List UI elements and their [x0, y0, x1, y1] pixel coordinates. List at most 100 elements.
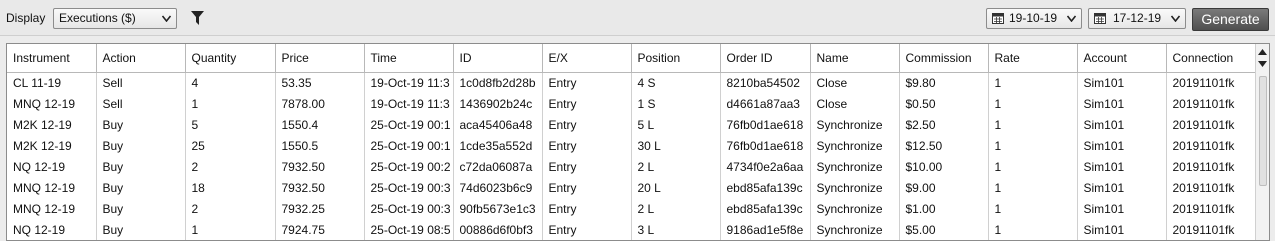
table-row[interactable]: M2K 12-19 Buy 25 1550.5 25-Oct-19 00:1 1cde35…	[7, 135, 1258, 156]
table-cell: 90fb5673e1c3	[453, 198, 543, 219]
table-cell: 25-Oct-19 00:3	[364, 198, 454, 219]
column-header[interactable]: Time	[364, 44, 454, 73]
column-header[interactable]: E/X	[542, 44, 632, 73]
table-cell: Sim101	[1077, 156, 1167, 177]
table-cell: NQ 12-19	[7, 156, 97, 177]
scrollbar-thumb[interactable]	[1259, 76, 1267, 186]
table-row[interactable]: CL 11-19 Sell 4 53.35 19-Oct-19 11:3 1c0d8fb2…	[7, 72, 1258, 93]
table-cell: $5.00	[899, 219, 989, 240]
scroll-down-icon[interactable]	[1258, 61, 1267, 67]
table-cell: $1.00	[899, 198, 989, 219]
table-cell: ebd85afa139c	[720, 177, 811, 198]
vertical-scrollbar[interactable]	[1255, 44, 1269, 240]
table-header-row: Instrument Action Quantity Price Time ID E/X Po…	[7, 44, 1258, 73]
column-header[interactable]: Connection	[1166, 44, 1258, 73]
table-row[interactable]: NQ 12-19 Buy 2 7932.50 25-Oct-19 00:2 c72da06…	[7, 156, 1258, 177]
table-cell: $9.00	[899, 177, 989, 198]
table-cell: 7932.25	[275, 198, 365, 219]
table-cell: 1550.5	[275, 135, 365, 156]
calendar-icon	[1094, 13, 1106, 24]
table-row[interactable]: MNQ 12-19 Sell 1 7878.00 19-Oct-19 11:3 14369…	[7, 93, 1258, 114]
table-cell: 1	[988, 114, 1078, 135]
display-select-value: Executions ($)	[59, 11, 136, 25]
chevron-down-icon	[1067, 15, 1076, 22]
column-header[interactable]: Price	[275, 44, 365, 73]
date-from-select[interactable]: 19-10-19	[986, 8, 1082, 29]
table-cell: 74d6023b6c9	[453, 177, 543, 198]
scroll-up-icon[interactable]	[1258, 49, 1267, 55]
table-row[interactable]: NQ 12-19 Buy 1 7924.75 25-Oct-19 08:5 00886d6…	[7, 219, 1258, 240]
filter-icon[interactable]	[191, 11, 204, 25]
table-cell: 1cde35a552d	[453, 135, 543, 156]
table-cell: Entry	[542, 114, 632, 135]
table-cell: 20191101fk	[1166, 135, 1258, 156]
table-cell: 1	[988, 135, 1078, 156]
table-cell: 4734f0e2a6aa	[720, 156, 811, 177]
column-header[interactable]: Action	[96, 44, 186, 73]
table-cell: 1	[988, 93, 1078, 114]
table-cell: $0.50	[899, 93, 989, 114]
table-cell: 20191101fk	[1166, 72, 1258, 93]
table-cell: 5 L	[631, 114, 721, 135]
table-cell: 19-Oct-19 11:3	[364, 93, 454, 114]
column-header[interactable]: Name	[810, 44, 900, 73]
table-cell: Synchronize	[810, 135, 900, 156]
table-cell: 1	[185, 219, 276, 240]
table-cell: 1	[988, 72, 1078, 93]
column-header[interactable]: Account	[1077, 44, 1167, 73]
table-cell: Buy	[96, 177, 186, 198]
table-cell: 25-Oct-19 08:5	[364, 219, 454, 240]
table-cell: 20191101fk	[1166, 93, 1258, 114]
chevron-down-icon	[162, 15, 171, 22]
column-header[interactable]: Order ID	[720, 44, 811, 73]
executions-table: Instrument Action Quantity Price Time ID E/X Po…	[7, 44, 1258, 240]
table-cell: 25	[185, 135, 276, 156]
column-header[interactable]: Rate	[988, 44, 1078, 73]
column-header[interactable]: Instrument	[7, 44, 97, 73]
table-cell: NQ 12-19	[7, 219, 97, 240]
display-select[interactable]: Executions ($)	[53, 8, 177, 29]
table-cell: Synchronize	[810, 219, 900, 240]
column-header[interactable]: Commission	[899, 44, 989, 73]
calendar-icon	[992, 13, 1004, 24]
table-cell: Sim101	[1077, 114, 1167, 135]
table-row[interactable]: MNQ 12-19 Buy 2 7932.25 25-Oct-19 00:3 90fb56…	[7, 198, 1258, 219]
table-cell: 2 L	[631, 198, 721, 219]
table-cell: Buy	[96, 156, 186, 177]
generate-button[interactable]: Generate	[1192, 8, 1269, 31]
table-cell: Entry	[542, 198, 632, 219]
table-cell: aca45406a48	[453, 114, 543, 135]
column-header[interactable]: Quantity	[185, 44, 276, 73]
table-row[interactable]: M2K 12-19 Buy 5 1550.4 25-Oct-19 00:1 aca4540…	[7, 114, 1258, 135]
table-cell: 25-Oct-19 00:1	[364, 135, 454, 156]
table-cell: Sim101	[1077, 93, 1167, 114]
table-cell: 2	[185, 198, 276, 219]
table-cell: 1	[988, 198, 1078, 219]
table-cell: 76fb0d1ae618	[720, 114, 811, 135]
table-cell: MNQ 12-19	[7, 198, 97, 219]
table-cell: 20 L	[631, 177, 721, 198]
table-cell: Buy	[96, 198, 186, 219]
table-cell: 1550.4	[275, 114, 365, 135]
table-cell: Buy	[96, 219, 186, 240]
table-cell: 20191101fk	[1166, 114, 1258, 135]
table-cell: 20191101fk	[1166, 198, 1258, 219]
date-to-select[interactable]: 17-12-19	[1088, 8, 1186, 29]
table-row[interactable]: MNQ 12-19 Buy 18 7932.50 25-Oct-19 00:3 74d60…	[7, 177, 1258, 198]
table-cell: Entry	[542, 219, 632, 240]
table-cell: 5	[185, 114, 276, 135]
table-cell: 1 S	[631, 93, 721, 114]
table-cell: Buy	[96, 114, 186, 135]
column-header[interactable]: Position	[631, 44, 721, 73]
table-cell: ebd85afa139c	[720, 198, 811, 219]
table-cell: 1	[988, 219, 1078, 240]
table-cell: Sim101	[1077, 135, 1167, 156]
table-cell: $10.00	[899, 156, 989, 177]
table-cell: Synchronize	[810, 156, 900, 177]
date-from-value: 19-10-19	[1009, 11, 1058, 25]
table-cell: $2.50	[899, 114, 989, 135]
display-label: Display	[6, 11, 46, 25]
column-header[interactable]: ID	[453, 44, 543, 73]
table-cell: 1	[988, 156, 1078, 177]
table-cell: 1	[185, 93, 276, 114]
